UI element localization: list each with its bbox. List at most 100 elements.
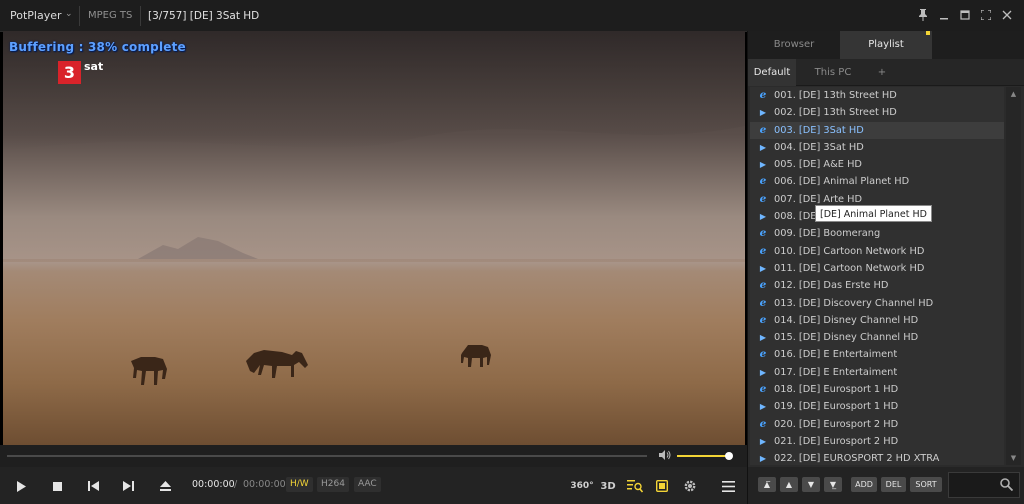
move-bottom-icon[interactable]: ▼̲ [824, 477, 842, 492]
play-button[interactable] [11, 476, 31, 496]
playlist-item[interactable]: e 020. [DE] Eurosport 2 HD [750, 416, 1004, 433]
playlist-item-label: 011. [DE] Cartoon Network HD [774, 262, 925, 274]
playlist-sub-tabs: Default This PC + [748, 59, 1024, 86]
ie-icon: e [759, 296, 767, 309]
volume-handle[interactable] [725, 452, 733, 460]
ie-icon: e [759, 89, 767, 101]
playlist-item-label: 014. [DE] Disney Channel HD [774, 314, 919, 326]
panel-tabs: Browser Playlist [748, 31, 1024, 59]
search-subtitle-icon[interactable] [625, 476, 645, 496]
tab-corner-marker [926, 31, 930, 35]
menu-icon[interactable] [718, 476, 738, 496]
play-icon: ▶ [759, 263, 767, 273]
tab-browser[interactable]: Browser [748, 31, 840, 59]
playlist-item[interactable]: ▶ 022. [DE] EUROSPORT 2 HD XTRA [750, 450, 1004, 465]
video-frame-image [3, 31, 745, 445]
scroll-down-icon[interactable]: ▼ [1006, 451, 1021, 465]
playlist-item[interactable]: e 001. [DE] 13th Street HD [750, 87, 1004, 104]
sort-button[interactable]: SORT [910, 477, 942, 492]
playlist-item[interactable]: ▶ 021. [DE] Eurosport 2 HD [750, 433, 1004, 450]
subtitle-toggle-icon[interactable] [652, 476, 672, 496]
item-tooltip: [DE] Animal Planet HD [815, 205, 932, 222]
ie-icon: e [759, 279, 767, 292]
playlist-item[interactable]: e 016. [DE] E Entertaiment [750, 346, 1004, 363]
gear-icon[interactable] [680, 476, 700, 496]
playlist-item[interactable]: e 018. [DE] Eurosport 1 HD [750, 381, 1004, 398]
playlist-item[interactable]: e 009. [DE] Boomerang [750, 225, 1004, 242]
video-area[interactable]: Buffering : 38% complete 3 sat [3, 31, 745, 445]
playlist-list: e 001. [DE] 13th Street HD ▶ 002. [DE] 13th… [750, 87, 1004, 465]
total-time: 00:00:00 [243, 479, 286, 490]
audio-codec-badge[interactable]: AAC [354, 477, 381, 492]
playlist-item-label: 007. [DE] Arte HD [774, 193, 863, 205]
playlist-item[interactable]: ▶ 019. [DE] Eurosport 1 HD [750, 398, 1004, 415]
volume-icon[interactable] [659, 450, 671, 463]
play-icon: ▶ [759, 402, 767, 412]
next-button[interactable] [118, 476, 138, 496]
search-icon[interactable] [1000, 478, 1014, 495]
playlist-toolbar: ▲̅ ▲ ▼ ▼̲ ADD DEL SORT [748, 467, 1024, 504]
playlist-item[interactable]: e 010. [DE] Cartoon Network HD [750, 243, 1004, 260]
chevron-down-icon[interactable]: ⌄ [65, 9, 73, 19]
playlist-item-label: 003. [DE] 3Sat HD [774, 124, 864, 136]
playlist-item[interactable]: ▶ 005. [DE] A&E HD [750, 156, 1004, 173]
playlist-item-label: 021. [DE] Eurosport 2 HD [774, 435, 899, 447]
playlist-item[interactable]: ▶ 002. [DE] 13th Street HD [750, 104, 1004, 121]
playlist-item[interactable]: ▶ 015. [DE] Disney Channel HD [750, 329, 1004, 346]
playlist-item-label: 008. [DE] [774, 211, 821, 223]
move-down-icon[interactable]: ▼ [802, 477, 820, 492]
close-icon[interactable] [998, 6, 1016, 24]
fullscreen-icon[interactable] [977, 6, 995, 24]
playlist-item[interactable]: e 003. [DE] 3Sat HD [750, 121, 1004, 139]
three-d-button[interactable]: 3D [598, 476, 618, 496]
playlist-item-label: 005. [DE] A&E HD [774, 159, 862, 171]
maximize-icon[interactable] [956, 6, 974, 24]
ie-icon: e [759, 313, 767, 326]
seek-bar[interactable] [7, 455, 647, 457]
delete-button[interactable]: DEL [881, 477, 906, 492]
add-button[interactable]: ADD [851, 477, 877, 492]
buffering-status: Buffering : 38% complete [9, 40, 186, 54]
playlist-item-label: 013. [DE] Discovery Channel HD [774, 297, 934, 309]
hw-decoding-badge[interactable]: H/W [286, 477, 313, 492]
playlist-item[interactable]: ▶ 011. [DE] Cartoon Network HD [750, 260, 1004, 277]
move-up-icon[interactable]: ▲ [780, 477, 798, 492]
previous-button[interactable] [83, 476, 103, 496]
scroll-up-icon[interactable]: ▲ [1006, 87, 1021, 101]
tab-playlist[interactable]: Playlist [840, 31, 932, 59]
tab-this-pc[interactable]: This PC [798, 59, 868, 86]
app-menu-button[interactable]: PotPlayer [10, 9, 62, 22]
ie-icon: e [759, 192, 767, 205]
channel-logo: 3 sat [58, 60, 103, 84]
playlist-search-input[interactable] [948, 472, 1020, 498]
playlist-panel: Browser Playlist Default This PC + e 001.… [747, 31, 1024, 504]
minimize-icon[interactable] [935, 6, 953, 24]
play-icon: ▶ [759, 367, 767, 377]
ie-icon: e [759, 417, 767, 430]
video-codec-badge[interactable]: H264 [317, 477, 349, 492]
eject-button[interactable] [155, 476, 175, 496]
channel-logo-mark: 3 [58, 61, 81, 84]
playlist-item-label: 004. [DE] 3Sat HD [774, 141, 864, 153]
tab-default[interactable]: Default [748, 59, 796, 86]
playlist-item[interactable]: e 012. [DE] Das Erste HD [750, 277, 1004, 294]
playlist-item[interactable]: e 013. [DE] Discovery Channel HD [750, 295, 1004, 312]
ie-icon: e [759, 227, 767, 240]
title-bar: PotPlayer ⌄ MPEG TS [3/757] [DE] 3Sat HD [0, 0, 1024, 32]
playlist-item[interactable]: e 014. [DE] Disney Channel HD [750, 312, 1004, 329]
playlist-scrollbar[interactable]: ▲ ▼ [1006, 87, 1021, 465]
control-bar: 00:00:00 / 00:00:00 H/W H264 AAC 360° 3D [0, 467, 747, 504]
time-separator: / [234, 479, 238, 490]
move-top-icon[interactable]: ▲̅ [758, 477, 776, 492]
ie-icon: e [759, 383, 767, 396]
vr-360-button[interactable]: 360° [570, 476, 594, 496]
pin-icon[interactable] [914, 6, 932, 24]
volume-slider[interactable] [677, 452, 733, 460]
playlist-item[interactable]: ▶ 017. [DE] E Entertaiment [750, 364, 1004, 381]
playlist-item-label: 012. [DE] Das Erste HD [774, 280, 889, 292]
add-tab-button[interactable]: + [870, 59, 894, 86]
stop-button[interactable] [47, 476, 67, 496]
playlist-item[interactable]: ▶ 004. [DE] 3Sat HD [750, 139, 1004, 156]
playlist-item-label: 001. [DE] 13th Street HD [774, 90, 897, 101]
playlist-item[interactable]: e 006. [DE] Animal Planet HD [750, 173, 1004, 190]
